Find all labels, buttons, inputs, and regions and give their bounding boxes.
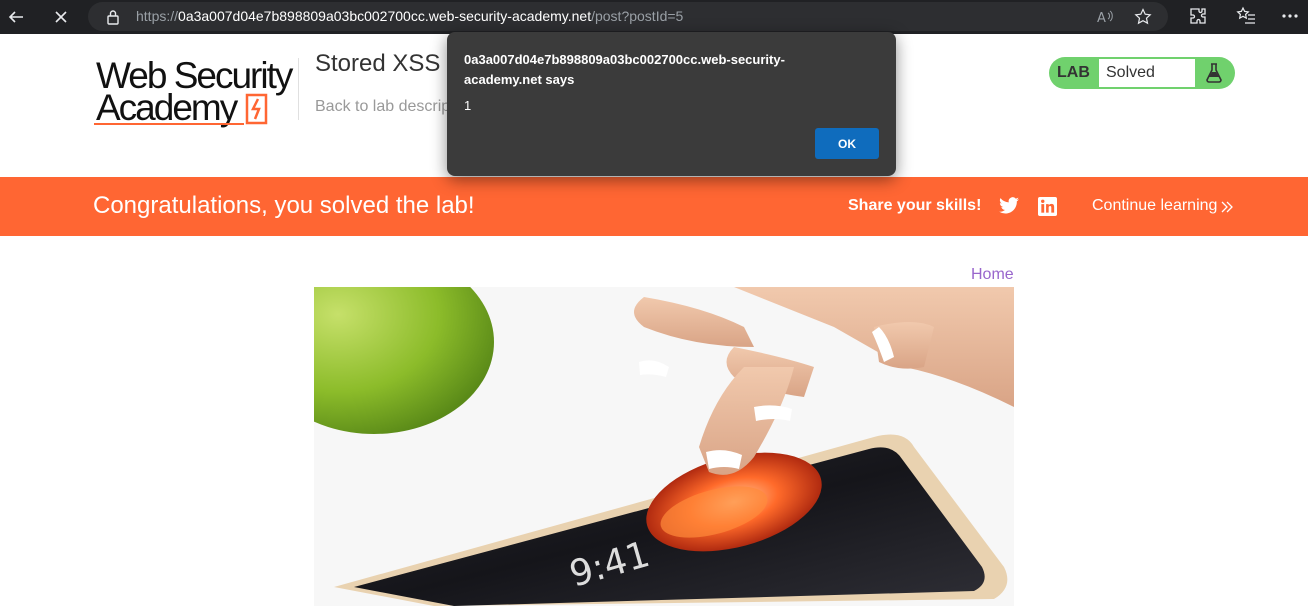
status-box: Solved	[1099, 59, 1195, 87]
stop-icon	[55, 11, 67, 23]
share-skills-label: Share your skills!	[848, 197, 982, 214]
home-link[interactable]: Home	[971, 266, 1014, 284]
read-aloud-icon[interactable]: A	[1096, 8, 1114, 26]
more-icon[interactable]	[1280, 6, 1300, 26]
continue-learning-link[interactable]: Continue learning	[1092, 197, 1217, 215]
lock-icon[interactable]	[106, 9, 120, 25]
extensions-icon[interactable]	[1188, 6, 1208, 26]
back-button[interactable]	[2, 3, 30, 31]
svg-text:A: A	[1097, 11, 1106, 26]
browser-toolbar: https://0a3a007d04e7b898809a03bc002700cc…	[0, 0, 1308, 34]
congratulations-message: Congratulations, you solved the lab!	[93, 192, 475, 219]
header-divider	[298, 58, 299, 120]
lab-badge: LAB	[1057, 64, 1090, 81]
lab-status-text: Solved	[1106, 64, 1155, 81]
favorites-icon[interactable]	[1236, 6, 1256, 26]
stop-loading-button[interactable]	[47, 3, 75, 31]
chevron-right-double-icon[interactable]	[1221, 200, 1233, 214]
linkedin-icon[interactable]	[1038, 197, 1057, 216]
logo-line-2: Academy	[96, 87, 238, 128]
lab-status-widget: LAB Solved	[1049, 57, 1235, 89]
alert-message: 1	[464, 98, 472, 113]
blog-post-image: 9:41	[314, 287, 1014, 606]
back-to-lab-description-link[interactable]: Back to lab descrip	[315, 98, 450, 116]
flask-icon	[1206, 63, 1222, 83]
alert-ok-button[interactable]: OK	[815, 128, 879, 159]
web-security-academy-logo[interactable]: Web Security Academy	[94, 53, 300, 129]
alert-origin-text: 0a3a007d04e7b898809a03bc002700cc.web-sec…	[464, 52, 785, 87]
favorite-star-icon[interactable]	[1134, 8, 1152, 26]
url-scheme: https://	[136, 8, 179, 24]
logo-underline	[94, 123, 244, 125]
post-image-illustration: 9:41	[314, 287, 1014, 606]
lab-title: Stored XSS	[315, 50, 441, 77]
url-text[interactable]: https://0a3a007d04e7b898809a03bc002700cc…	[136, 8, 683, 24]
url-host: 0a3a007d04e7b898809a03bc002700cc.web-sec…	[178, 8, 592, 24]
back-arrow-icon	[8, 11, 23, 23]
twitter-icon[interactable]	[998, 197, 1020, 215]
url-path: /post?postId=5	[591, 8, 684, 24]
javascript-alert-dialog: 0a3a007d04e7b898809a03bc002700cc.web-sec…	[447, 32, 896, 176]
solved-banner: Congratulations, you solved the lab! Sha…	[0, 177, 1308, 236]
logo-bolt-icon	[245, 93, 268, 125]
address-bar[interactable]: https://0a3a007d04e7b898809a03bc002700cc…	[88, 2, 1168, 31]
